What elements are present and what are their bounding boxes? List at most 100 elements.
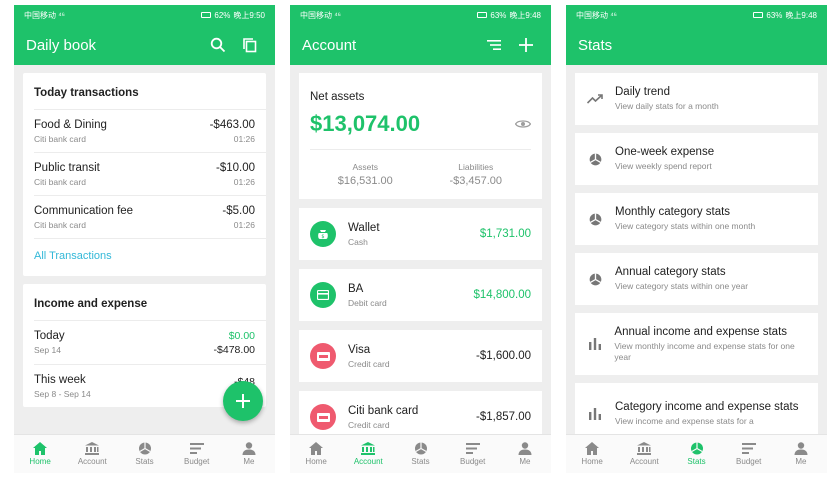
nav-account[interactable]: Account bbox=[342, 435, 394, 473]
add-account-button[interactable] bbox=[513, 32, 539, 58]
nav-budget[interactable]: Budget bbox=[723, 435, 775, 473]
account-item-wallet[interactable]: $ Wallet Cash $1,731.00 bbox=[299, 208, 542, 260]
home-icon bbox=[33, 442, 48, 455]
battery-icon bbox=[753, 12, 764, 18]
home-content: Today transactions Food & Dining Citi ban… bbox=[14, 65, 275, 434]
account-content: Net assets $13,074.00 Assets $16,531.00 L… bbox=[290, 65, 551, 434]
nav-label: Home bbox=[581, 457, 603, 466]
expense-amount: -$478.00 bbox=[213, 344, 255, 356]
stats-item-monthly-category[interactable]: Monthly category stats View category stat… bbox=[575, 193, 818, 245]
nav-home[interactable]: Home bbox=[566, 435, 618, 473]
nav-budget[interactable]: Budget bbox=[447, 435, 499, 473]
stats-item-desc: View income and expense stats for a bbox=[615, 416, 754, 427]
clock-label: 晚上9:50 bbox=[233, 10, 265, 20]
nav-me[interactable]: Me bbox=[223, 435, 275, 473]
battery-label: 63% bbox=[766, 10, 783, 20]
income-amount: $0.00 bbox=[228, 330, 255, 342]
nav-me[interactable]: Me bbox=[775, 435, 827, 473]
net-assets-value: $13,074.00 bbox=[310, 111, 421, 136]
stats-item-category-income-expense[interactable]: Category income and expense stats View in… bbox=[575, 383, 818, 434]
transaction-row[interactable]: Public transit Citi bank card -$10.00 01:2… bbox=[34, 152, 266, 195]
nav-me[interactable]: Me bbox=[499, 435, 551, 473]
signal-label: ⁴⁶ bbox=[334, 10, 341, 20]
nav-label: Stats bbox=[411, 457, 430, 466]
assets-block: Assets $16,531.00 bbox=[310, 162, 421, 187]
person-icon bbox=[518, 442, 532, 455]
account-item-citi[interactable]: Citi bank card Credit card -$1,857.00 bbox=[299, 391, 542, 434]
assets-label: Assets bbox=[352, 162, 378, 172]
stats-item-desc: View monthly income and expense stats fo… bbox=[614, 340, 795, 362]
nav-home[interactable]: Home bbox=[14, 435, 66, 473]
copy-button[interactable] bbox=[237, 32, 263, 58]
app-bar: Account bbox=[290, 25, 551, 65]
plus-icon bbox=[519, 38, 533, 52]
stats-item-title: Category income and expense stats bbox=[615, 401, 799, 414]
search-button[interactable] bbox=[205, 32, 231, 58]
transaction-time: 01:26 bbox=[233, 220, 255, 230]
stats-item-annual-income-expense[interactable]: Annual income and expense stats View mont… bbox=[575, 313, 818, 375]
search-icon bbox=[210, 37, 226, 53]
stats-item-annual-category[interactable]: Annual category stats View category stats… bbox=[575, 253, 818, 305]
period-name: Today bbox=[34, 330, 65, 342]
page-title: Account bbox=[302, 36, 357, 54]
nav-label: Stats bbox=[687, 457, 706, 466]
all-transactions-link[interactable]: All Transactions bbox=[34, 238, 266, 276]
nav-account[interactable]: Account bbox=[618, 435, 670, 473]
liabilities-value: -$3,457.00 bbox=[449, 175, 503, 187]
summary-row[interactable]: Today Sep 14 $0.00 -$478.00 bbox=[34, 320, 266, 364]
stats-item-desc: View category stats within one month bbox=[615, 221, 756, 232]
credit-card-icon bbox=[310, 404, 336, 430]
liabilities-label: Liabilities bbox=[458, 162, 494, 172]
person-icon bbox=[794, 442, 808, 455]
copy-icon bbox=[243, 38, 257, 53]
nav-stats[interactable]: Stats bbox=[118, 435, 170, 473]
status-bar: 中国移动 ⁴⁶ 63% 晚上9:48 bbox=[290, 5, 551, 25]
account-balance: -$1,857.00 bbox=[476, 411, 531, 423]
sort-button[interactable] bbox=[481, 32, 507, 58]
svg-text:$: $ bbox=[321, 234, 324, 240]
stats-screen: 中国移动 ⁴⁶ 63% 晚上9:48 Stats Daily trend View … bbox=[566, 5, 827, 473]
transaction-name: Public transit bbox=[34, 162, 100, 174]
status-bar: 中国移动 ⁴⁶ 63% 晚上9:48 bbox=[566, 5, 827, 25]
plus-icon bbox=[236, 394, 250, 408]
nav-label: Home bbox=[305, 457, 327, 466]
account-balance: $1,731.00 bbox=[479, 228, 531, 240]
transaction-row[interactable]: Food & Dining Citi bank card -$463.00 01:2… bbox=[34, 109, 266, 152]
signal-label: ⁴⁶ bbox=[58, 10, 65, 20]
card-heading: Income and expense bbox=[34, 298, 148, 310]
bank-icon bbox=[637, 442, 652, 455]
carrier-label: 中国移动 bbox=[576, 10, 608, 20]
nav-stats[interactable]: Stats bbox=[670, 435, 722, 473]
stats-item-one-week-expense[interactable]: One-week expense View weekly spend report bbox=[575, 133, 818, 185]
visa-card-icon bbox=[310, 343, 336, 369]
debit-card-icon bbox=[310, 282, 336, 308]
nav-budget[interactable]: Budget bbox=[171, 435, 223, 473]
stats-item-daily-trend[interactable]: Daily trend View daily stats for a month bbox=[575, 73, 818, 125]
pie-icon bbox=[414, 442, 427, 455]
eye-icon[interactable] bbox=[515, 119, 531, 129]
bar-chart-icon bbox=[586, 408, 604, 420]
bottom-nav: Home Account Stats Budget Me bbox=[290, 434, 551, 473]
nav-stats[interactable]: Stats bbox=[394, 435, 446, 473]
transaction-row[interactable]: Communication fee Citi bank card -$5.00 01… bbox=[34, 195, 266, 238]
nav-home[interactable]: Home bbox=[290, 435, 342, 473]
transaction-account: Citi bank card bbox=[34, 220, 86, 230]
page-title: Daily book bbox=[26, 36, 97, 54]
account-item-visa[interactable]: Visa Credit card -$1,600.00 bbox=[299, 330, 542, 382]
nav-label: Budget bbox=[736, 457, 762, 466]
account-type: Credit card bbox=[348, 419, 390, 430]
transaction-name: Food & Dining bbox=[34, 119, 107, 131]
nav-account[interactable]: Account bbox=[66, 435, 118, 473]
account-item-ba[interactable]: BA Debit card $14,800.00 bbox=[299, 269, 542, 321]
battery-label: 63% bbox=[490, 10, 507, 20]
stats-item-title: Daily trend bbox=[615, 86, 670, 99]
account-balance: $14,800.00 bbox=[473, 289, 531, 301]
nav-label: Me bbox=[519, 457, 531, 466]
stats-item-title: Annual income and expense stats bbox=[614, 325, 788, 338]
carrier-label: 中国移动 bbox=[300, 10, 332, 20]
account-type: Cash bbox=[348, 236, 368, 247]
stats-content: Daily trend View daily stats for a month … bbox=[566, 65, 827, 434]
net-assets-label: Net assets bbox=[310, 91, 365, 103]
app-bar: Daily book bbox=[14, 25, 275, 65]
add-transaction-button[interactable] bbox=[223, 381, 263, 421]
